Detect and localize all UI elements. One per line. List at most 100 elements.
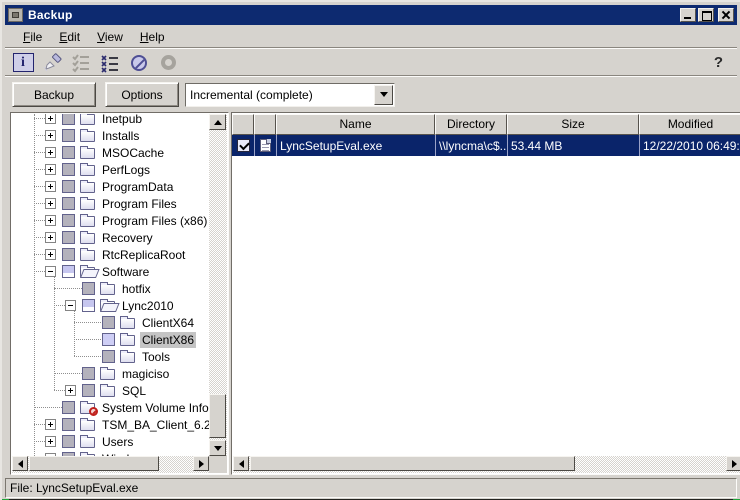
separator xyxy=(5,47,737,49)
options-button[interactable]: Options xyxy=(105,82,179,107)
tree-checkbox[interactable] xyxy=(82,384,95,397)
menu-file[interactable]: File xyxy=(18,29,47,45)
file-row-selected[interactable]: LyncSetupEval.exe \\lyncma\c$... 53.44 M… xyxy=(232,135,740,156)
tree-checkbox[interactable] xyxy=(102,350,115,363)
tree-checkbox[interactable] xyxy=(82,367,95,380)
list-icon[interactable] xyxy=(99,53,121,73)
column-header-modified[interactable]: Modified xyxy=(639,114,740,135)
scroll-right-icon[interactable] xyxy=(726,456,740,471)
tree-checkbox[interactable] xyxy=(62,146,75,159)
tree-item-recovery[interactable]: Recovery xyxy=(12,229,209,246)
help-key-icon[interactable]: ? xyxy=(714,54,723,71)
scrollbar-thumb[interactable] xyxy=(29,456,159,471)
expand-plus-icon[interactable] xyxy=(45,147,56,158)
tree-checkbox-partial[interactable] xyxy=(82,299,95,312)
expand-plus-icon[interactable] xyxy=(45,232,56,243)
tree-checkbox-partial[interactable] xyxy=(62,265,75,278)
tree-item-sql[interactable]: SQL xyxy=(12,382,209,399)
tree-checkbox[interactable] xyxy=(62,114,75,125)
brush-icon[interactable] xyxy=(41,53,63,73)
column-header-select[interactable] xyxy=(232,114,254,135)
tree-item-system-volume-information[interactable]: System Volume Information xyxy=(12,399,209,416)
tree-checkbox[interactable] xyxy=(62,435,75,448)
tree-checkbox[interactable] xyxy=(62,214,75,227)
column-header-size[interactable]: Size xyxy=(507,114,639,135)
tree-checkbox[interactable] xyxy=(62,248,75,261)
tree-checkbox[interactable] xyxy=(62,197,75,210)
tree-checkbox[interactable] xyxy=(62,129,75,142)
backup-mode-select[interactable]: Incremental (complete) xyxy=(185,83,395,107)
tree-checkbox[interactable] xyxy=(82,282,95,295)
folder-icon xyxy=(80,233,95,244)
file-list-pane: Name Directory Size Modified LyncSetupEv… xyxy=(231,112,740,475)
expand-plus-icon[interactable] xyxy=(45,436,56,447)
column-header-directory[interactable]: Directory xyxy=(435,114,507,135)
maximize-button[interactable] xyxy=(698,8,714,22)
column-header-name[interactable]: Name xyxy=(276,114,435,135)
tree-item-clientx64[interactable]: ClientX64 xyxy=(12,314,209,331)
menu-view[interactable]: View xyxy=(92,29,128,45)
checklist-disabled-icon[interactable] xyxy=(70,53,92,73)
expand-plus-icon[interactable] xyxy=(45,419,56,430)
expand-plus-icon[interactable] xyxy=(45,181,56,192)
app-icon[interactable] xyxy=(8,8,23,22)
tree-checkbox[interactable] xyxy=(102,316,115,329)
tree-checkbox[interactable] xyxy=(62,163,75,176)
tree-item-perflogs[interactable]: PerfLogs xyxy=(12,161,209,178)
tree-item-installs[interactable]: Installs xyxy=(12,127,209,144)
scroll-up-icon[interactable] xyxy=(209,114,226,130)
tree-vertical-scrollbar[interactable] xyxy=(209,114,227,456)
collapse-minus-icon[interactable] xyxy=(65,300,76,311)
tree-item-hotfix[interactable]: hotfix xyxy=(12,280,209,297)
tree-item-tsm-ba-client[interactable]: TSM_BA_Client_6.2 xyxy=(12,416,209,433)
tree-checkbox[interactable] xyxy=(62,180,75,193)
backup-button[interactable]: Backup xyxy=(12,82,96,107)
collapse-minus-icon[interactable] xyxy=(45,266,56,277)
ring-icon[interactable] xyxy=(157,53,179,73)
tree-item-inetpub[interactable]: Inetpub xyxy=(12,114,209,127)
tree-item-msocache[interactable]: MSOCache xyxy=(12,144,209,161)
title-bar[interactable]: Backup xyxy=(5,5,737,25)
no-entry-icon[interactable] xyxy=(128,53,150,73)
scroll-down-icon[interactable] xyxy=(209,440,226,456)
expand-plus-icon[interactable] xyxy=(45,198,56,209)
tree-item-tools[interactable]: Tools xyxy=(12,348,209,365)
scroll-left-icon[interactable] xyxy=(233,456,249,471)
file-checkbox-checked[interactable] xyxy=(237,139,250,152)
scroll-left-icon[interactable] xyxy=(12,456,28,471)
expand-plus-icon[interactable] xyxy=(65,385,76,396)
tree-item-magiciso[interactable]: magiciso xyxy=(12,365,209,382)
folder-icon xyxy=(80,216,95,227)
column-header-type[interactable] xyxy=(254,114,276,135)
tree-checkbox-partial[interactable] xyxy=(102,333,115,346)
minimize-button[interactable] xyxy=(680,8,696,22)
folder-icon xyxy=(80,148,95,159)
info-icon[interactable]: i xyxy=(12,53,34,73)
expand-plus-icon[interactable] xyxy=(45,249,56,260)
tree-checkbox[interactable] xyxy=(62,231,75,244)
scrollbar-thumb[interactable] xyxy=(250,456,575,471)
expand-plus-icon[interactable] xyxy=(45,215,56,226)
expand-plus-icon[interactable] xyxy=(45,164,56,175)
tree-item-programdata[interactable]: ProgramData xyxy=(12,178,209,195)
list-horizontal-scrollbar[interactable] xyxy=(233,456,740,473)
expand-plus-icon[interactable] xyxy=(45,114,56,124)
tree-item-program-files[interactable]: Program Files xyxy=(12,195,209,212)
tree-item-lync2010[interactable]: Lync2010 xyxy=(12,297,209,314)
menu-edit[interactable]: Edit xyxy=(54,29,85,45)
tree-item-rtcreplicaroot[interactable]: RtcReplicaRoot xyxy=(12,246,209,263)
tree-horizontal-scrollbar[interactable] xyxy=(12,456,209,473)
tree-item-program-files-x86[interactable]: Program Files (x86) xyxy=(12,212,209,229)
chevron-down-icon[interactable] xyxy=(374,85,393,105)
folder-icon xyxy=(120,318,135,329)
close-button[interactable] xyxy=(718,8,734,22)
tree-item-clientx86[interactable]: ClientX86 xyxy=(12,331,209,348)
tree-item-users[interactable]: Users xyxy=(12,433,209,450)
scroll-right-icon[interactable] xyxy=(193,456,209,471)
expand-plus-icon[interactable] xyxy=(45,130,56,141)
menu-help[interactable]: Help xyxy=(135,29,170,45)
scrollbar-thumb[interactable] xyxy=(209,394,226,438)
tree-item-software[interactable]: Software xyxy=(12,263,209,280)
tree-checkbox[interactable] xyxy=(62,418,75,431)
tree-checkbox[interactable] xyxy=(62,401,75,414)
